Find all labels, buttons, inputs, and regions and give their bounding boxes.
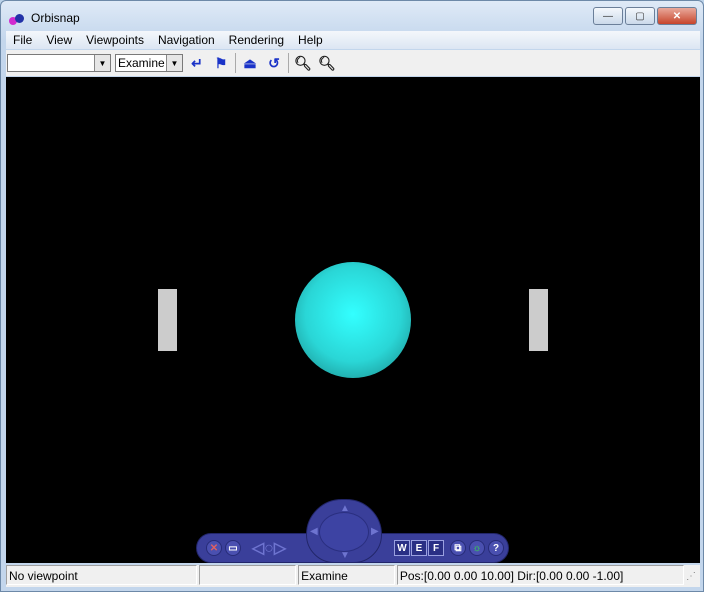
undo-move-icon[interactable]: ↺ — [264, 53, 284, 73]
chevron-down-icon[interactable]: ▼ — [166, 55, 182, 71]
maximize-button[interactable]: ▢ — [625, 7, 655, 25]
menu-file[interactable]: File — [6, 33, 39, 47]
app-logo-icon — [9, 11, 25, 25]
chevron-down-icon[interactable]: ▼ — [94, 55, 110, 71]
navigation-mode-value: Examine — [118, 56, 165, 70]
go-to-viewpoint-icon[interactable]: ↵ — [187, 53, 207, 73]
straighten-up-icon[interactable]: ⏏ — [240, 53, 260, 73]
status-mode: Examine — [298, 565, 395, 585]
direction-pad[interactable]: ▲ ▼ ◀ ▶ — [306, 499, 382, 563]
left-bar-object — [158, 289, 177, 351]
arrow-right-icon[interactable]: ▶ — [371, 526, 379, 537]
separator — [235, 53, 236, 73]
menu-view[interactable]: View — [39, 33, 79, 47]
navigation-mode-select[interactable]: Examine ▼ — [115, 54, 183, 72]
minimize-button[interactable]: — — [593, 7, 623, 25]
headlight-icon[interactable]: ☼ — [469, 540, 485, 556]
viewpoint-select[interactable]: ▼ — [7, 54, 111, 72]
zoom-out-icon[interactable]: 🔍︎ — [317, 53, 337, 73]
direction-pad-center[interactable] — [319, 512, 369, 552]
view-all-icon[interactable]: ⧉ — [450, 540, 466, 556]
navigation-panel: ▲ ▼ ◀ ▶ ✕ ▭ ◁○▷ W E F ⧉ ☼ ? — [196, 498, 516, 563]
arrow-left-icon[interactable]: ◀ — [310, 526, 318, 537]
help-button[interactable]: ? — [488, 540, 504, 556]
status-viewpoint: No viewpoint — [6, 565, 198, 585]
flag-icon[interactable]: ⚑ — [211, 53, 231, 73]
toolbar: ▼ Examine ▼ ↵ ⚑ ⏏ ↺ 🔍︎ 🔍︎ — [6, 50, 700, 76]
separator — [288, 53, 289, 73]
examine-mode-button[interactable]: E — [411, 540, 427, 556]
3d-viewport[interactable]: ▲ ▼ ◀ ▶ ✕ ▭ ◁○▷ W E F ⧉ ☼ ? — [6, 77, 700, 563]
resize-grip-icon[interactable]: ⋰ — [686, 565, 700, 587]
rotate-arrows-icon[interactable]: ◁○▷ — [246, 540, 292, 557]
close-panel-icon[interactable]: ✕ — [206, 540, 222, 556]
status-bar: No viewpoint Examine Pos:[0.00 0.00 10.0… — [6, 565, 700, 587]
zoom-in-icon[interactable]: 🔍︎ — [293, 53, 313, 73]
menu-bar: File View Viewpoints Navigation Renderin… — [6, 31, 700, 49]
walk-mode-button[interactable]: W — [394, 540, 410, 556]
sphere-object — [295, 262, 411, 378]
title-bar: Orbisnap — [9, 9, 80, 27]
arrow-down-icon[interactable]: ▼ — [340, 550, 350, 561]
menu-navigation[interactable]: Navigation — [151, 33, 222, 47]
menu-help[interactable]: Help — [291, 33, 330, 47]
minimize-panel-icon[interactable]: ▭ — [225, 540, 241, 556]
app-window: Orbisnap — ▢ ✕ File View Viewpoints Navi… — [0, 0, 704, 592]
menu-rendering[interactable]: Rendering — [222, 33, 291, 47]
window-title: Orbisnap — [31, 11, 80, 25]
status-blank — [199, 565, 297, 585]
status-position: Pos:[0.00 0.00 10.00] Dir:[0.00 0.00 -1.… — [396, 565, 685, 585]
arrow-up-icon[interactable]: ▲ — [340, 503, 350, 514]
close-button[interactable]: ✕ — [657, 7, 697, 25]
menu-viewpoints[interactable]: Viewpoints — [79, 33, 151, 47]
fly-mode-button[interactable]: F — [428, 540, 444, 556]
right-bar-object — [529, 289, 548, 351]
